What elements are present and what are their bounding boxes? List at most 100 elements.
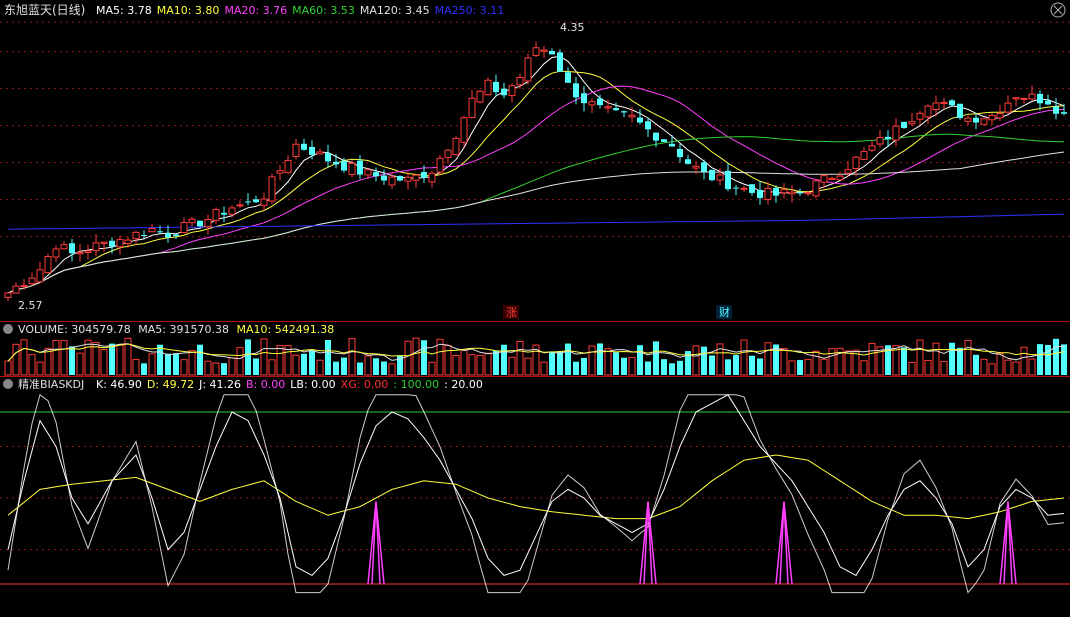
candle-body [1045, 100, 1051, 105]
candle-body [100, 241, 108, 244]
volume-bar [165, 353, 171, 375]
volume-bar [493, 350, 499, 375]
candle-body [733, 187, 739, 189]
volume-bar [188, 350, 196, 376]
candle-body [876, 137, 884, 145]
candle-body [508, 85, 516, 97]
stock-chart: 东旭蓝天(日线) MA5: 3.78 MA10: 3.80 MA20: 3.76 MA… [0, 0, 1070, 613]
volume-bar [316, 359, 324, 376]
candle-body [428, 172, 436, 183]
candle-body [236, 204, 244, 207]
candle-body [916, 112, 924, 120]
candle-body [28, 277, 36, 285]
candle-body [653, 132, 659, 141]
candle-body [84, 250, 92, 253]
volume-bar [109, 343, 115, 375]
candle-body [92, 242, 100, 252]
candle-body [468, 97, 476, 119]
candle-body [436, 157, 444, 173]
candle-body [868, 145, 876, 151]
volume-bar [804, 359, 812, 376]
candle-body [69, 243, 75, 254]
volume-bar [221, 363, 227, 375]
volume-bar [348, 338, 356, 376]
volume-bar [20, 339, 28, 376]
volume-bar [701, 346, 707, 375]
candle-body [348, 162, 356, 176]
candle-body [1004, 102, 1012, 113]
volume-bar [212, 362, 220, 376]
candle-body [60, 244, 68, 250]
candle-body [116, 239, 124, 248]
candle-body [452, 137, 460, 156]
candle-body [268, 176, 276, 202]
candle-body [701, 162, 707, 172]
volume-bar [157, 344, 163, 375]
candle-body [773, 187, 779, 196]
volume-bar [245, 339, 251, 375]
price-panel-header: 东旭蓝天(日线) MA5: 3.78 MA10: 3.80 MA20: 3.76 MA… [4, 3, 504, 17]
volume-bar [468, 354, 476, 376]
volume-bar [325, 339, 331, 375]
volume-bar [940, 360, 948, 376]
candle-body [141, 235, 147, 237]
candle-body [573, 83, 579, 98]
volume-bar [653, 341, 659, 375]
candle-body [364, 169, 372, 176]
volume-bar [1045, 344, 1051, 375]
volume-bar [404, 340, 412, 376]
volume-bar [709, 355, 715, 375]
volume-bar [557, 351, 563, 375]
volume-bar [964, 340, 972, 376]
volume-bar [197, 344, 203, 375]
volume-bar [276, 345, 284, 376]
candle-body [44, 256, 52, 274]
candle-body [524, 57, 532, 82]
candle-body [460, 117, 468, 143]
candle-body [316, 151, 324, 155]
candle-body [421, 172, 427, 178]
candle-body [341, 160, 347, 171]
volume-bar [141, 363, 147, 375]
candle-body [949, 100, 955, 106]
volume-bar [180, 359, 188, 376]
candle-body [180, 222, 188, 234]
volume-bar [820, 358, 828, 376]
volume-bar [28, 354, 36, 376]
candle-body [501, 88, 507, 96]
kdj-collapse-icon[interactable] [3, 379, 13, 389]
volume-bar [148, 353, 156, 376]
candle-body [716, 174, 724, 181]
volume-bar [996, 352, 1004, 376]
volume-bar [604, 348, 612, 376]
volume-bar [69, 346, 75, 375]
volume-bar [1028, 358, 1036, 376]
candle-body [860, 150, 868, 160]
kdj-legend: K: 46.90 D: 49.72 J: 41.26 B: 0.00 LB: 0.00 X… [96, 378, 483, 391]
candle-body [613, 108, 619, 111]
volume-collapse-icon[interactable] [3, 324, 13, 334]
volume-bar [421, 340, 427, 375]
candle-body [932, 102, 940, 110]
candle-body [301, 143, 307, 150]
candle-body [740, 187, 748, 190]
candle-body [157, 231, 163, 233]
candle-body [381, 175, 387, 181]
candle-body [373, 172, 379, 177]
volume-bar [292, 354, 300, 376]
volume-bar [957, 347, 963, 375]
volume-bar [540, 361, 548, 376]
volume-bar [260, 338, 268, 376]
candle-body [292, 143, 300, 157]
volume-bar [444, 345, 452, 376]
volume-bar [780, 347, 788, 376]
kdj-legend-text: K: 46.90 D: 49.72 J: 41.26 B: 0.00 LB: 0.00 X… [96, 378, 483, 391]
candle-body [597, 98, 603, 106]
candle-body [988, 114, 996, 121]
candle-body [132, 231, 140, 240]
candle-body [940, 101, 948, 104]
candle-body [412, 174, 420, 181]
volume-bar [725, 359, 731, 375]
volume-bar [12, 343, 20, 376]
candle-body [325, 153, 331, 162]
